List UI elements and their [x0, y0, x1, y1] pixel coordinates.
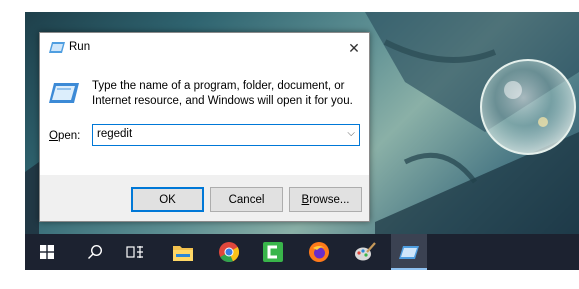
- open-combobox[interactable]: regedit ⌵: [92, 124, 360, 146]
- dialog-title: Run: [69, 41, 91, 53]
- browse-label: rowse...: [309, 193, 350, 206]
- dialog-description: Type the name of a program, folder, docu…: [92, 80, 353, 107]
- taskbar-run[interactable]: [391, 234, 427, 270]
- taskbar-paint[interactable]: [347, 234, 383, 270]
- search-icon: [88, 244, 103, 259]
- task-view-icon: [126, 246, 143, 258]
- search-button[interactable]: [77, 234, 113, 270]
- run-icon: [49, 42, 65, 53]
- open-input[interactable]: regedit: [97, 128, 132, 140]
- browse-button[interactable]: Browse...: [289, 187, 362, 212]
- run-program-icon: [49, 83, 79, 103]
- close-button[interactable]: ✕: [339, 33, 369, 63]
- ok-button[interactable]: OK: [131, 187, 204, 212]
- task-view-button[interactable]: [117, 234, 153, 270]
- title-bar: Run ✕: [40, 33, 369, 63]
- paint-icon: [355, 242, 376, 261]
- taskbar: [25, 234, 579, 270]
- taskbar-camtasia[interactable]: [255, 234, 291, 270]
- taskbar-firefox[interactable]: [301, 234, 337, 270]
- close-icon: ✕: [348, 39, 360, 56]
- taskbar-chrome[interactable]: [211, 234, 247, 270]
- start-button[interactable]: [29, 234, 65, 270]
- file-explorer-icon: [173, 245, 193, 261]
- dialog-body: Type the name of a program, folder, docu…: [40, 63, 369, 175]
- firefox-icon: [309, 242, 329, 262]
- run-dialog: Run ✕ Type the name of a program, folder…: [39, 32, 370, 222]
- taskbar-file-explorer[interactable]: [165, 234, 201, 270]
- browse-accesskey: B: [301, 193, 310, 206]
- chrome-icon: [219, 242, 239, 262]
- open-label-text: pen:: [57, 130, 81, 142]
- open-label-accesskey: O: [49, 130, 58, 142]
- windows-start-icon: [40, 245, 54, 259]
- open-label: Open:: [49, 130, 80, 142]
- camtasia-icon: [263, 242, 283, 262]
- desktop: Run ✕ Type the name of a program, folder…: [25, 12, 579, 270]
- run-icon: [399, 245, 419, 259]
- chevron-down-icon[interactable]: ⌵: [347, 128, 355, 139]
- cancel-button[interactable]: Cancel: [210, 187, 283, 212]
